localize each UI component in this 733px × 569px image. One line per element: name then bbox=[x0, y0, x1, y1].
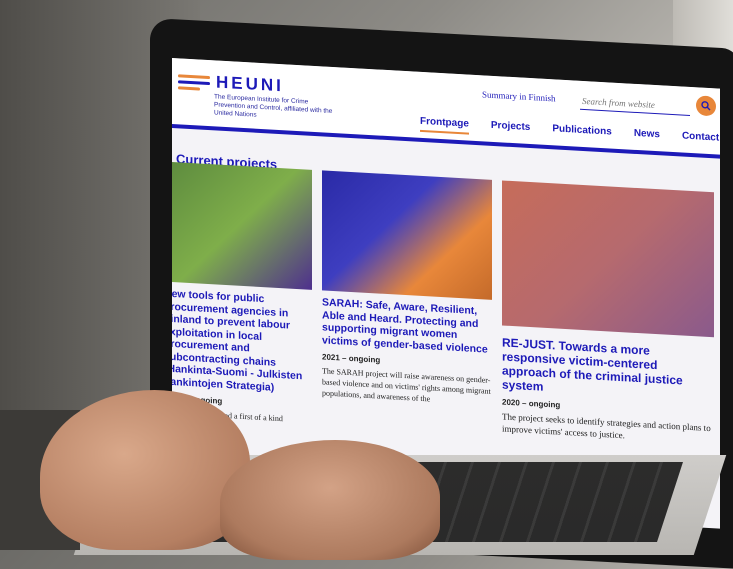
logo-text: HEUNI bbox=[216, 72, 284, 96]
search-button[interactable] bbox=[696, 95, 716, 117]
nav-news[interactable]: News bbox=[634, 128, 660, 145]
logo-mark-icon bbox=[178, 72, 210, 91]
project-image-stacked-hands bbox=[322, 170, 492, 300]
right-hand bbox=[220, 440, 440, 560]
heuni-logo[interactable]: HEUNI bbox=[178, 70, 284, 96]
nav-projects[interactable]: Projects bbox=[491, 120, 530, 138]
search-input[interactable] bbox=[580, 91, 684, 116]
project-title[interactable]: RE-JUST. Towards a more responsive victi… bbox=[502, 335, 714, 403]
project-image-justice-statue bbox=[502, 180, 714, 338]
search-icon bbox=[701, 101, 711, 111]
nav-contact[interactable]: Contact bbox=[682, 131, 719, 149]
nav-frontpage[interactable]: Frontpage bbox=[420, 115, 469, 135]
summary-in-finnish-link[interactable]: Summary in Finnish bbox=[482, 89, 556, 103]
project-title[interactable]: SARAH: Safe, Aware, Resilient, Able and … bbox=[322, 296, 492, 356]
project-image-laptop-hands bbox=[172, 161, 312, 290]
project-card[interactable]: SARAH: Safe, Aware, Resilient, Able and … bbox=[322, 170, 492, 408]
logo-subtitle: The European Institute for Crime Prevent… bbox=[214, 93, 333, 119]
project-card[interactable]: RE-JUST. Towards a more responsive victi… bbox=[502, 180, 714, 446]
nav-publications[interactable]: Publications bbox=[552, 123, 611, 142]
project-title[interactable]: New tools for public procurement agencie… bbox=[172, 288, 312, 396]
project-excerpt: The SARAH project will raise awareness o… bbox=[322, 366, 491, 404]
search-box bbox=[580, 90, 690, 116]
